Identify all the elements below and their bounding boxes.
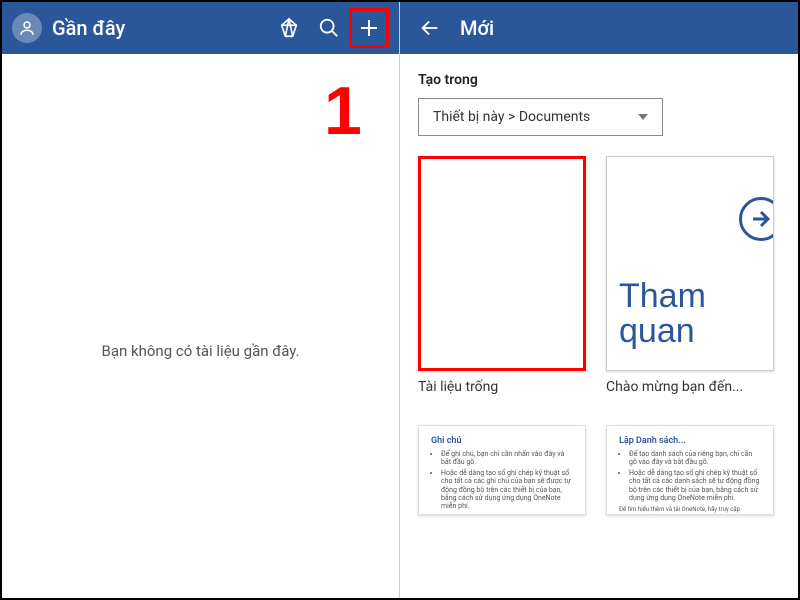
template-blank-thumb — [418, 156, 586, 371]
location-dropdown[interactable]: Thiết bị này > Documents — [418, 98, 663, 136]
annotation-step-1: 1 — [324, 72, 362, 150]
back-icon[interactable] — [410, 8, 450, 48]
template-list-title: Lập Danh sách... — [619, 436, 761, 446]
avatar[interactable] — [12, 13, 42, 43]
premium-icon[interactable] — [269, 8, 309, 48]
page-title-new: Mới — [460, 16, 494, 40]
template-notes[interactable]: Ghi chú Để ghi chú, bạn chỉ cần nhấn vào… — [418, 425, 586, 515]
location-value: Thiết bị này > Documents — [433, 109, 590, 125]
appbar-new: Mới — [400, 2, 798, 54]
chevron-down-icon — [638, 114, 648, 120]
page-title-recent: Gần đây — [52, 16, 125, 40]
template-tour-thumb-text: Tham quan — [619, 279, 773, 350]
template-tour-caption: Chào mừng bạn đến... — [606, 379, 774, 395]
recent-screen: Gần đây Bạn không có tài liệu gần đây. 1 — [2, 2, 400, 598]
arrow-right-icon — [739, 197, 774, 241]
create-in-label: Tạo trong — [418, 72, 780, 88]
appbar-recent: Gần đây — [2, 2, 399, 54]
template-tour-thumb: Tham quan — [606, 156, 774, 371]
template-blank[interactable]: Tài liệu trống — [418, 156, 586, 395]
template-tour[interactable]: Tham quan Chào mừng bạn đến... — [606, 156, 774, 395]
template-list[interactable]: Lập Danh sách... Để tạo danh sách của ri… — [606, 425, 774, 515]
empty-state-message: Bạn không có tài liệu gần đây. — [2, 342, 399, 360]
template-blank-caption: Tài liệu trống — [418, 379, 586, 395]
new-document-icon[interactable] — [349, 8, 389, 48]
template-notes-title: Ghi chú — [431, 436, 573, 446]
new-screen: Mới Tạo trong Thiết bị này > Documents T… — [400, 2, 798, 598]
search-icon[interactable] — [309, 8, 349, 48]
